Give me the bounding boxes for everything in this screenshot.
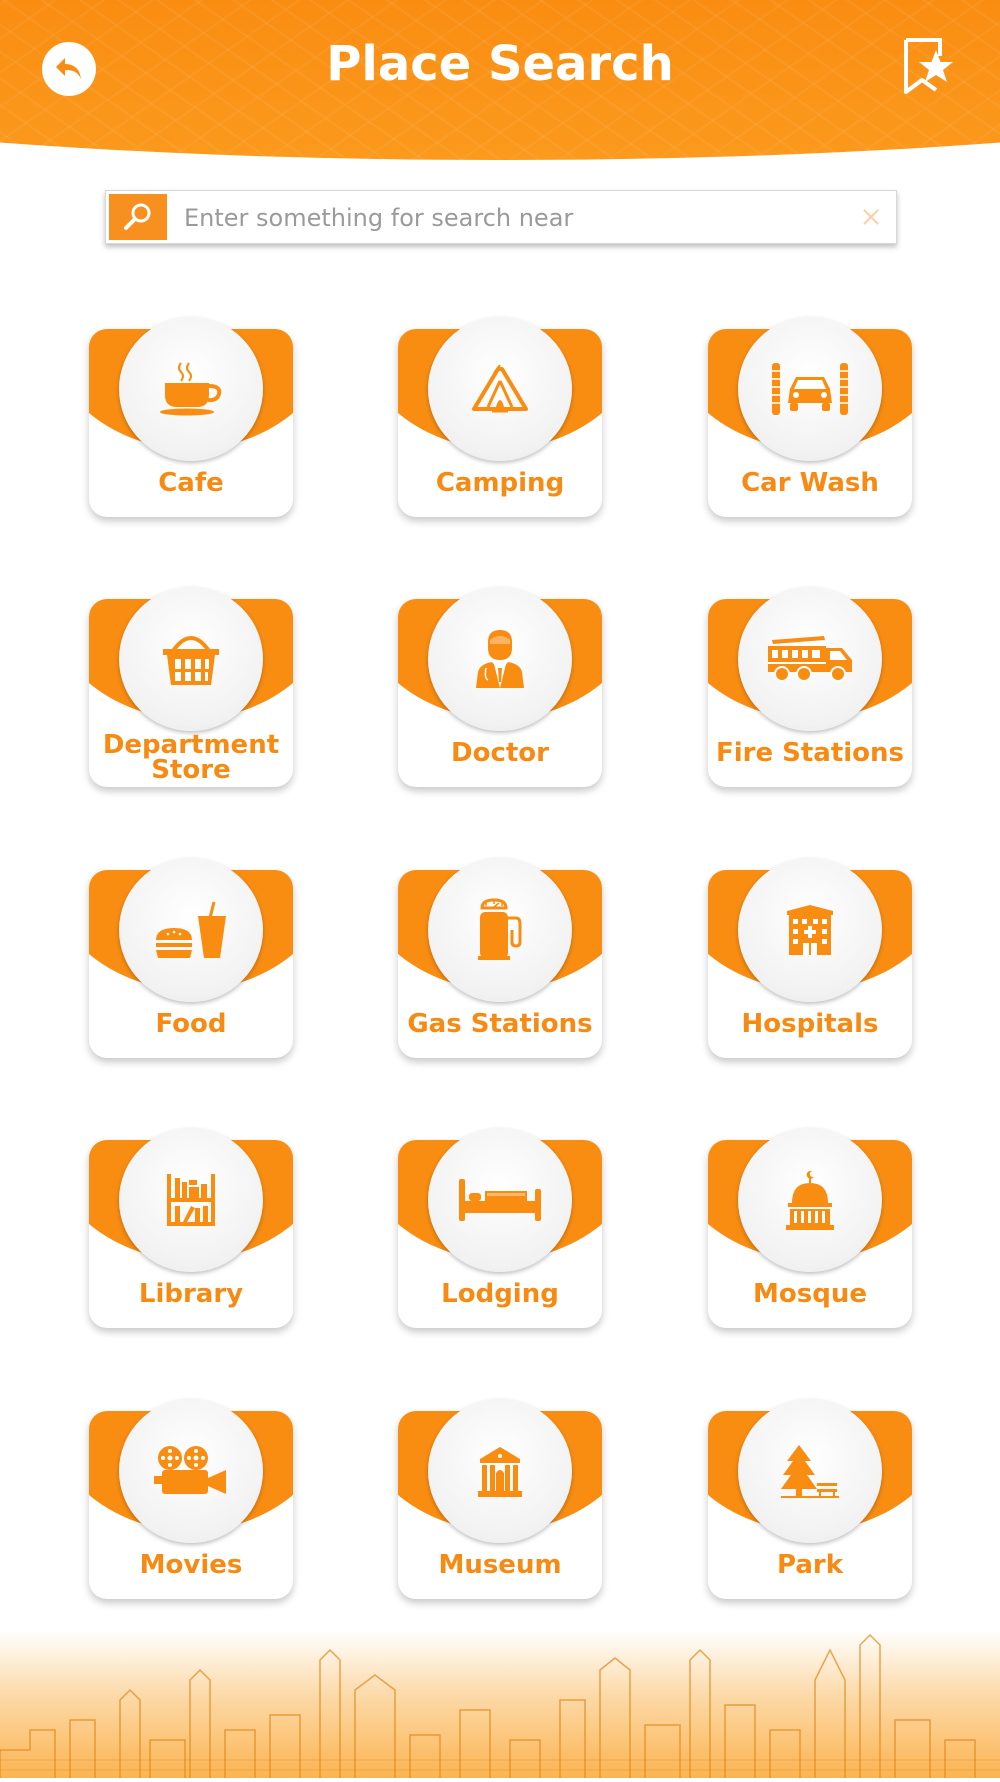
burger-drink-icon	[156, 901, 226, 958]
category-label: Department Store	[102, 730, 280, 785]
category-label: Mosque	[753, 1279, 867, 1309]
category-card-park[interactable]: Park	[708, 1399, 912, 1599]
fuel-pump-icon	[478, 898, 522, 960]
coffee-cup-icon	[160, 362, 222, 416]
clear-button[interactable]	[858, 204, 884, 230]
bookmarks-button[interactable]	[900, 36, 958, 98]
category-card-movies[interactable]: Movies	[89, 1399, 293, 1599]
category-label: Park	[776, 1550, 843, 1580]
skyline-sketch-icon	[0, 1633, 1000, 1778]
shopping-basket-icon	[163, 636, 219, 685]
mosque-icon	[786, 1170, 834, 1230]
museum-icon	[478, 1447, 522, 1497]
category-card-cafe[interactable]: Cafe	[89, 317, 293, 517]
category-card-department-store[interactable]: Department Store	[89, 587, 293, 787]
movie-camera-icon	[154, 1446, 226, 1494]
category-label: Car Wash	[741, 468, 879, 498]
category-card-library[interactable]: Library	[89, 1128, 293, 1328]
category-label: Food	[155, 1009, 227, 1039]
doctor-icon	[476, 630, 524, 688]
bookmark-star-icon	[904, 38, 953, 94]
category-label: Hospitals	[741, 1009, 879, 1039]
category-label: Cafe	[158, 468, 224, 498]
category-label: Gas Stations	[407, 1009, 593, 1039]
category-label: Lodging	[441, 1279, 559, 1309]
category-label: Movies	[139, 1550, 243, 1580]
category-label: Library	[138, 1279, 244, 1309]
page-title: Place Search	[326, 36, 674, 92]
category-card-car-wash[interactable]: Car Wash	[708, 317, 912, 517]
category-card-hospitals[interactable]: Hospitals	[708, 858, 912, 1058]
category-card-food[interactable]: Food	[89, 858, 293, 1058]
category-label: Museum	[438, 1550, 562, 1580]
close-icon	[863, 209, 879, 225]
category-card-mosque[interactable]: Mosque	[708, 1128, 912, 1328]
category-card-camping[interactable]: Camping	[398, 317, 602, 517]
category-card-gas-stations[interactable]: Gas Stations	[398, 858, 602, 1058]
category-label: Fire Stations	[715, 738, 905, 768]
bed-icon	[459, 1179, 541, 1221]
category-card-lodging[interactable]: Lodging	[398, 1128, 602, 1328]
tree-bench-icon	[781, 1445, 839, 1498]
search-input[interactable]	[182, 197, 826, 239]
search-button[interactable]	[109, 194, 167, 240]
category-label: Camping	[435, 468, 565, 498]
car-wash-icon	[772, 363, 848, 415]
category-card-doctor[interactable]: Doctor	[398, 587, 602, 787]
category-card-fire-stations[interactable]: Fire Stations	[708, 587, 912, 787]
fire-truck-icon	[768, 636, 852, 682]
magnifier-icon	[124, 203, 151, 230]
category-label: Doctor	[451, 738, 549, 768]
category-card-museum[interactable]: Museum	[398, 1399, 602, 1599]
hospital-icon	[787, 905, 833, 955]
tent-icon	[472, 364, 528, 413]
bookshelf-icon	[167, 1174, 215, 1226]
search-bar	[105, 190, 897, 244]
city-skyline-decoration	[0, 1630, 1000, 1778]
